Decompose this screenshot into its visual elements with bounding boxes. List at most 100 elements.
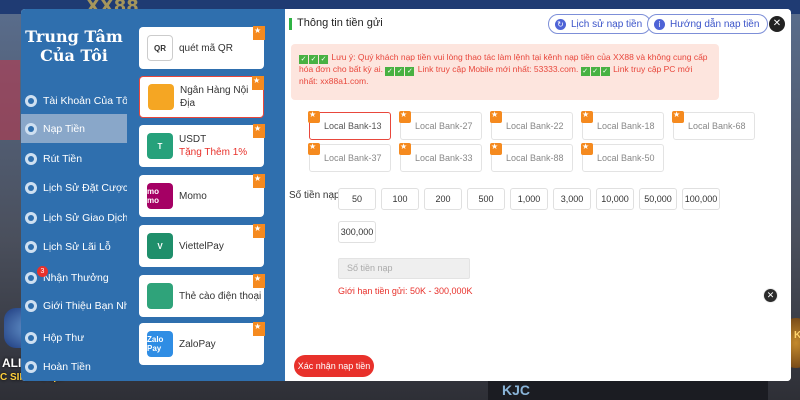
payment-method-label: USDT (179, 134, 207, 145)
star-badge-icon (308, 142, 320, 155)
payment-method-item[interactable]: Zalo Pay ZaloPay (139, 322, 265, 365)
payment-method-item[interactable]: Thẻ cào điện thoại (139, 274, 265, 317)
star-badge-icon (490, 142, 502, 155)
panel-title: Thông tin tiền gửi (297, 17, 383, 29)
check-icon: ✓ (395, 67, 405, 76)
amount-preset-button[interactable]: 100 (381, 188, 419, 210)
amount-preset-button[interactable]: 100,000 (682, 188, 720, 210)
star-badge-icon (399, 142, 411, 155)
bank-option[interactable]: Local Bank-50 (581, 142, 664, 172)
deposit-guide-label: Hướng dẫn nạp tiền (670, 18, 760, 30)
bank-option-label: Local Bank-68 (688, 121, 746, 131)
payment-logo-icon (148, 84, 174, 110)
amount-label: Số tiền nạp: (289, 190, 343, 201)
close-icon[interactable]: ✕ (763, 288, 778, 303)
sidebar-item-label: Rút Tiền (43, 152, 83, 165)
bank-option-label: Local Bank-88 (506, 153, 564, 163)
amount-input[interactable]: Số tiền nạp (338, 258, 470, 279)
mail-icon (25, 331, 37, 344)
amount-preset-button[interactable]: 500 (467, 188, 505, 210)
check-icon: ✓ (600, 67, 610, 76)
sidebar-item[interactable]: Rút Tiền (21, 144, 127, 173)
star-badge-icon (308, 110, 320, 123)
check-icon: ✓ (385, 67, 395, 76)
amount-preset-button[interactable]: 50,000 (639, 188, 677, 210)
deposit-history-label: Lịch sử nạp tiền (571, 18, 643, 30)
amount-preset-button[interactable]: 1,000 (510, 188, 548, 210)
user-icon (25, 94, 37, 107)
sidebar-item[interactable]: 3 Nhận Thưởng (21, 263, 127, 292)
info-icon: i (654, 18, 665, 30)
bank-option-label: Local Bank-33 (415, 153, 473, 163)
check-icon: ✓ (580, 67, 590, 76)
notice-text-2: Link truy cập Mobile mới nhất: 53333.com… (417, 64, 579, 74)
payment-method-item[interactable]: Ngân Hàng Nội Địa (139, 76, 264, 118)
bank-option[interactable]: Local Bank-27 (399, 110, 482, 140)
deposit-icon (25, 122, 37, 135)
account-sidebar: Trung Tâm Của Tôi Tài Khoản Của Tôi Nạp T… (21, 9, 182, 381)
payment-method-item[interactable]: V ViettelPay (139, 224, 265, 267)
bank-option-label: Local Bank-22 (506, 121, 564, 131)
sidebar-item-label: Nhận Thưởng (43, 271, 109, 284)
amount-preset-button[interactable]: 3,000 (553, 188, 591, 210)
payment-method-item[interactable]: QR quét mã QR (139, 26, 265, 69)
transaction-history-icon (25, 211, 37, 224)
sidebar-item[interactable]: Hộp Thư (21, 323, 127, 352)
amount-preset-button[interactable]: 200 (424, 188, 462, 210)
bank-option[interactable]: Local Bank-37 (308, 142, 391, 172)
bank-option[interactable]: Local Bank-18 (581, 110, 664, 140)
payment-method-item[interactable]: T USDT Tặng Thêm 1% (139, 124, 265, 167)
bank-option[interactable]: Local Bank-22 (490, 110, 573, 140)
star-badge-icon (252, 76, 264, 90)
amount-preset-button[interactable]: 300,000 (338, 221, 376, 243)
payment-method-label: Ngân Hàng Nội Địa (180, 85, 249, 109)
close-icon[interactable]: ✕ (769, 16, 785, 32)
sidebar-item[interactable]: Tài Khoản Của Tôi (21, 86, 131, 115)
bet-history-icon (25, 181, 37, 194)
payment-method-item[interactable]: mo mo Momo (139, 174, 265, 217)
amount-preset-button[interactable]: 10,000 (596, 188, 634, 210)
deposit-guide-button[interactable]: i Hướng dẫn nạp tiền (647, 14, 769, 34)
deposit-history-button[interactable]: ↻ Lịch sử nạp tiền (548, 14, 652, 34)
payment-logo-icon: V (147, 233, 173, 259)
sidebar-item-label: Tài Khoản Của Tôi (43, 94, 131, 107)
sidebar-item-label: Lịch Sử Giao Dịch (43, 211, 129, 224)
side-banner (0, 60, 20, 140)
payment-method-label: Thẻ cào điện thoại (179, 290, 262, 302)
refund-icon (25, 360, 37, 373)
star-badge-icon (581, 110, 593, 123)
sidebar-item[interactable]: Hoàn Tiền (21, 352, 127, 381)
star-badge-icon (253, 26, 265, 40)
bank-option[interactable]: Local Bank-13 (308, 110, 391, 140)
star-badge-icon (253, 274, 265, 288)
sidebar-item[interactable]: Giới Thiệu Bạn Nhận Thưởng (21, 291, 182, 320)
sidebar-item-label: Hoàn Tiền (43, 360, 91, 373)
history-icon: ↻ (555, 18, 566, 30)
bank-option-label: Local Bank-27 (415, 121, 473, 131)
payment-method-label: ViettelPay (179, 240, 224, 252)
amount-preset-button[interactable]: 50 (338, 188, 376, 210)
sidebar-item[interactable]: Nạp Tiền (21, 114, 127, 143)
bank-option[interactable]: Local Bank-68 (672, 110, 755, 140)
bank-option[interactable]: Local Bank-88 (490, 142, 573, 172)
payment-promo-text: Tặng Thêm 1% (179, 147, 248, 158)
sidebar-item-label: Nạp Tiền (43, 122, 86, 135)
star-badge-icon (253, 124, 265, 138)
sidebar-item-label: Lịch Sử Lãi Lỗ (43, 240, 111, 253)
bank-option-label: Local Bank-18 (597, 121, 655, 131)
sidebar-item[interactable]: Lịch Sử Lãi Lỗ (21, 232, 127, 261)
payment-methods-panel: QR quét mã QR Ngân Hàng Nội Địa T USDT Tặng T… (127, 9, 385, 381)
payment-logo-icon: QR (147, 35, 173, 61)
notification-badge: 3 (37, 265, 48, 277)
bank-option[interactable]: Local Bank-33 (399, 142, 482, 172)
sidebar-item[interactable]: Lịch Sử Giao Dịch (21, 203, 129, 232)
check-icon: ✓ (309, 55, 318, 64)
star-badge-icon (672, 110, 684, 123)
deposit-info-panel: Thông tin tiền gửi ↻ Lịch sử nạp tiền i … (285, 9, 791, 381)
sidebar-item[interactable]: Lịch Sử Đặt Cược (21, 173, 128, 202)
payment-logo-icon: Zalo Pay (147, 331, 173, 357)
payment-methods-list: QR quét mã QR Ngân Hàng Nội Địa T USDT Tặng T… (135, 17, 277, 381)
star-badge-icon (399, 110, 411, 123)
bank-option-label: Local Bank-37 (324, 153, 382, 163)
confirm-deposit-button[interactable]: Xác nhận nạp tiền (294, 355, 374, 377)
